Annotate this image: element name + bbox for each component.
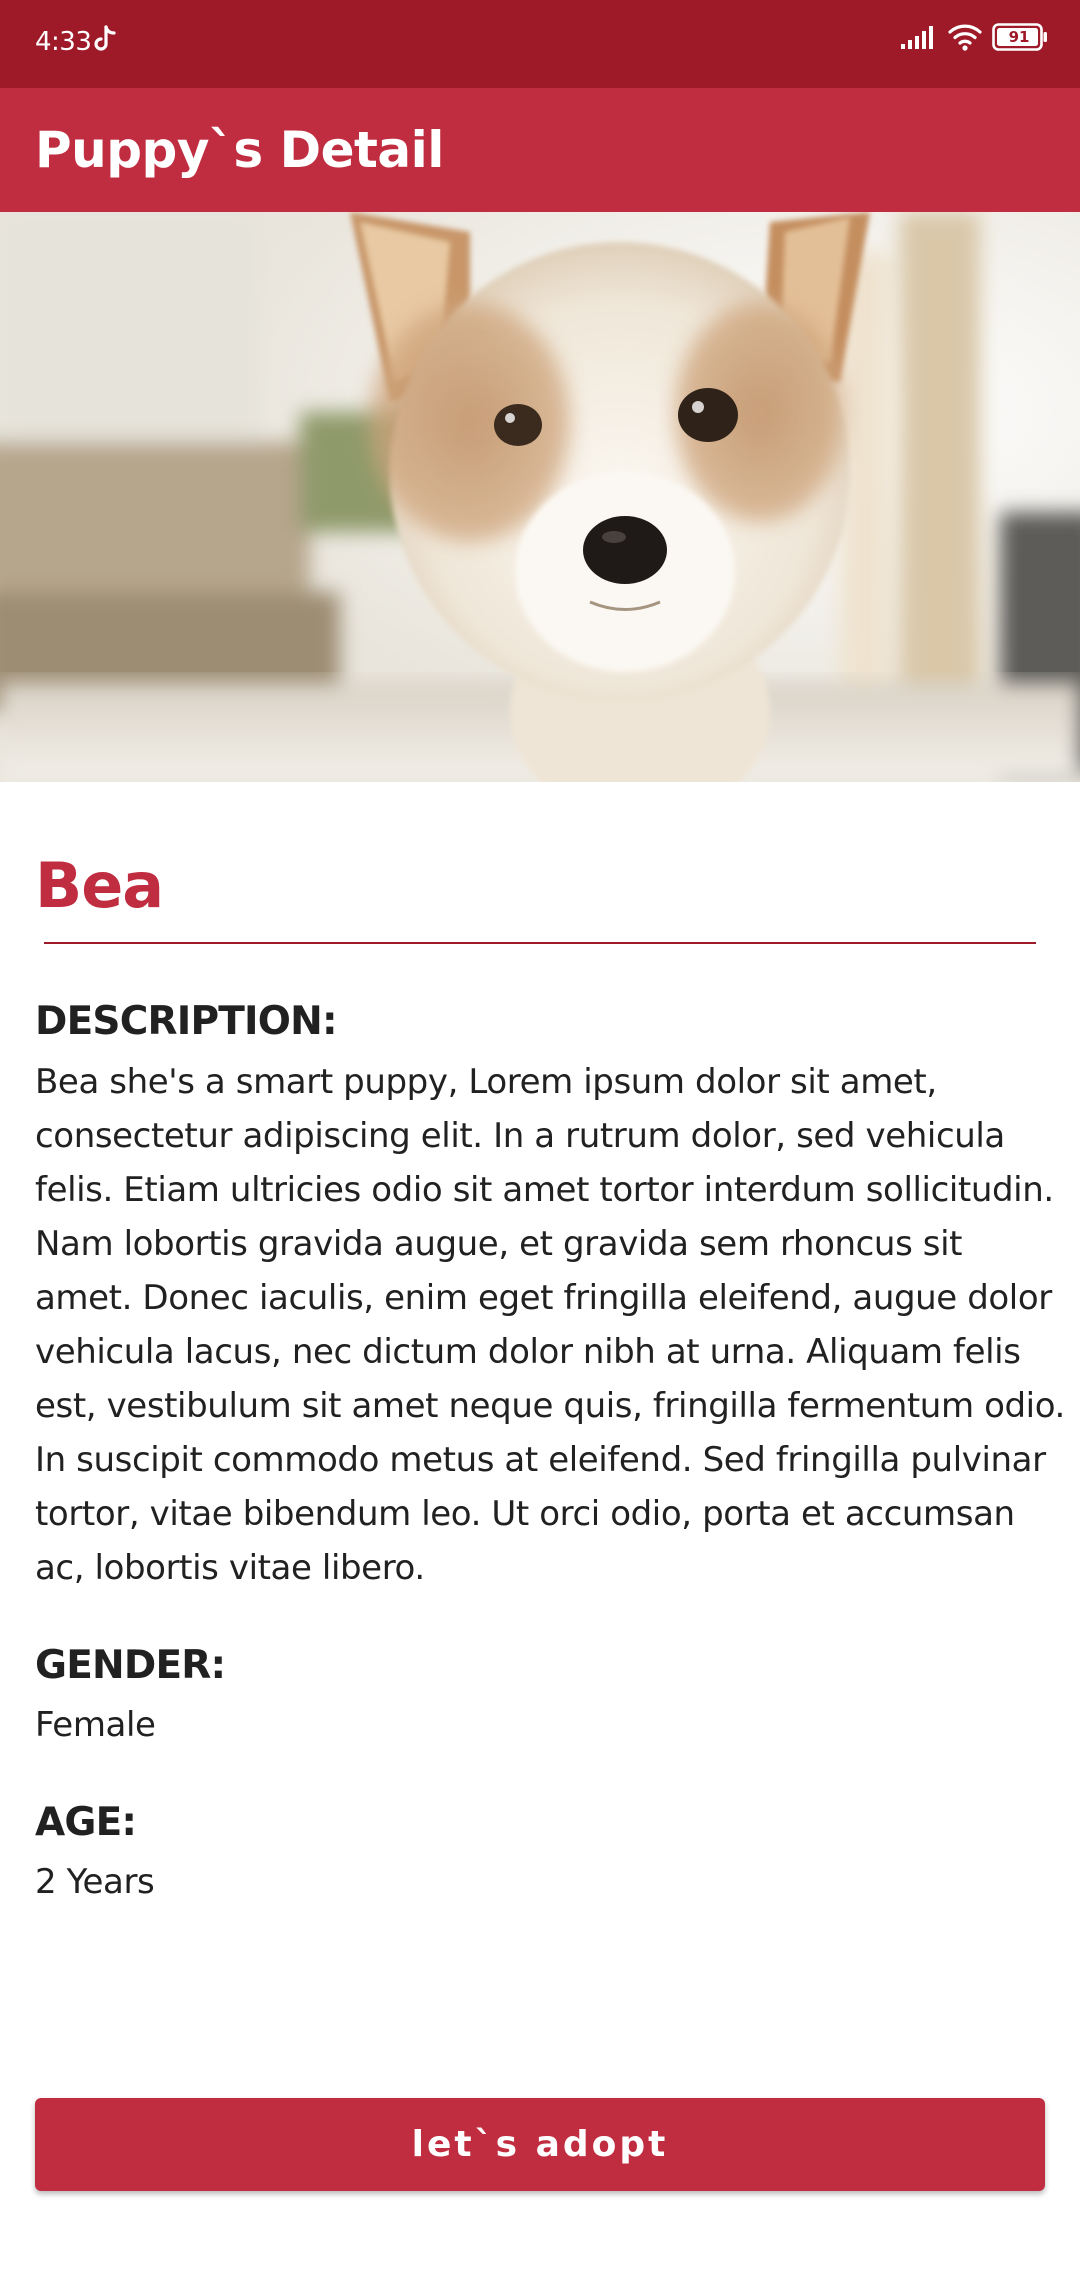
description-label: DESCRIPTION:: [35, 999, 338, 1044]
pet-name: Bea: [35, 849, 164, 922]
adopt-button[interactable]: let`s adopt: [35, 2098, 1045, 2191]
description-text: Bea she's a smart puppy, Lorem ipsum dol…: [35, 1062, 1065, 1588]
gender-value: Female: [35, 1705, 156, 1745]
battery-level: 91: [1008, 28, 1030, 46]
gender-label: GENDER:: [35, 1643, 226, 1688]
status-bar: 4:33 91: [0, 0, 1080, 88]
age-label: AGE:: [35, 1800, 137, 1845]
puppy-photo: [0, 212, 1080, 782]
tiktok-icon: [94, 25, 116, 51]
name-divider: [44, 942, 1036, 944]
app-bar: Puppy`s Detail: [0, 88, 1080, 212]
wifi-icon: [948, 24, 982, 51]
signal-icon: [901, 26, 933, 49]
page-title: Puppy`s Detail: [35, 121, 444, 179]
status-time: 4:33: [35, 27, 92, 57]
age-value: 2 Years: [35, 1862, 155, 1902]
